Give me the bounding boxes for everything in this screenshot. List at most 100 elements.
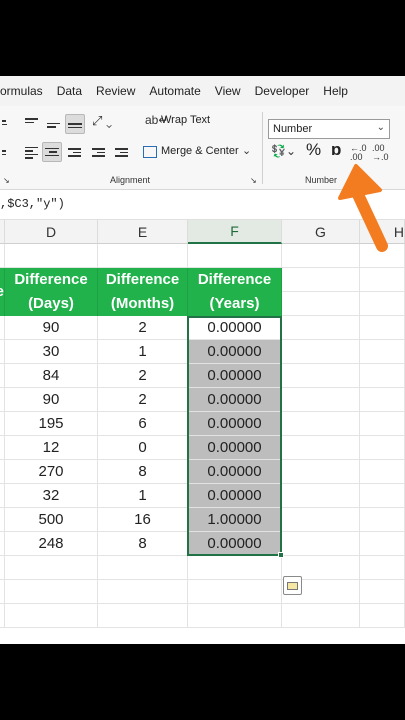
cell-years[interactable]: 0.00000 — [188, 340, 282, 364]
cell[interactable] — [188, 580, 282, 604]
cell[interactable] — [360, 364, 405, 388]
cell-months[interactable]: 1 — [98, 340, 188, 364]
cell[interactable] — [360, 388, 405, 412]
align-right-icon[interactable] — [66, 144, 83, 161]
comma-style-button[interactable]: ɒ — [331, 140, 341, 160]
merge-dropdown-icon[interactable]: ⌄ — [242, 144, 251, 157]
cell-days[interactable]: 90 — [5, 316, 98, 340]
column-header-d[interactable]: D — [5, 220, 98, 244]
quick-analysis-icon[interactable] — [283, 576, 302, 595]
cell[interactable] — [282, 268, 360, 292]
cell[interactable] — [360, 340, 405, 364]
cell[interactable] — [360, 268, 405, 292]
cell-months[interactable]: 16 — [98, 508, 188, 532]
cell[interactable] — [282, 604, 360, 628]
decrease-decimal-icon[interactable]: .00 →.0 — [372, 144, 389, 162]
cell-days[interactable]: 30 — [5, 340, 98, 364]
cell[interactable] — [5, 580, 98, 604]
cell[interactable] — [98, 556, 188, 580]
cell[interactable] — [188, 244, 282, 268]
header-cell-years[interactable]: Difference (Years) — [188, 268, 282, 316]
tab-data[interactable]: Data — [50, 84, 89, 98]
cell[interactable] — [360, 580, 405, 604]
cell-years[interactable]: 0.00000 — [188, 532, 282, 556]
cell-months[interactable]: 2 — [98, 316, 188, 340]
cell-months[interactable]: 8 — [98, 532, 188, 556]
cell[interactable] — [98, 580, 188, 604]
partial-indent-icon[interactable] — [0, 144, 8, 161]
cell-years[interactable]: 0.00000 — [188, 316, 282, 340]
align-center-icon[interactable] — [42, 142, 62, 162]
cell[interactable] — [282, 508, 360, 532]
tab-formulas[interactable]: ormulas — [0, 84, 50, 98]
cell[interactable] — [360, 508, 405, 532]
cell-years[interactable]: 0.00000 — [188, 484, 282, 508]
cell-days[interactable]: 90 — [5, 388, 98, 412]
percent-style-button[interactable]: % — [306, 140, 321, 160]
cell[interactable] — [98, 244, 188, 268]
increase-indent-icon[interactable] — [113, 144, 130, 161]
cell-months[interactable]: 8 — [98, 460, 188, 484]
merge-center-button[interactable]: Merge & Center — [161, 145, 239, 157]
header-cell-days[interactable]: Difference (Days) — [5, 268, 98, 316]
cell-days[interactable]: 32 — [5, 484, 98, 508]
cell[interactable] — [360, 484, 405, 508]
cell-days[interactable]: 248 — [5, 532, 98, 556]
font-launcher-icon[interactable]: ↘ — [3, 176, 10, 185]
cell[interactable] — [282, 484, 360, 508]
partial-align-icon[interactable] — [0, 114, 8, 131]
decrease-indent-icon[interactable] — [90, 144, 107, 161]
tab-review[interactable]: Review — [89, 84, 142, 98]
cell[interactable] — [360, 436, 405, 460]
cell[interactable] — [282, 316, 360, 340]
cell[interactable] — [282, 412, 360, 436]
cell[interactable] — [360, 532, 405, 556]
cell[interactable] — [282, 436, 360, 460]
cell[interactable] — [282, 532, 360, 556]
increase-decimal-icon[interactable]: ←.0.00 — [350, 144, 367, 162]
column-header-e[interactable]: E — [98, 220, 188, 244]
orientation-icon[interactable]: ⤢ ⌄ — [92, 113, 112, 129]
cell-months[interactable]: 6 — [98, 412, 188, 436]
cell-months[interactable]: 2 — [98, 364, 188, 388]
cell[interactable] — [188, 556, 282, 580]
cell[interactable] — [360, 316, 405, 340]
cell-months[interactable]: 0 — [98, 436, 188, 460]
cell[interactable] — [5, 556, 98, 580]
cell[interactable] — [282, 460, 360, 484]
header-cell-months[interactable]: Difference (Months) — [98, 268, 188, 316]
cell-days[interactable]: 270 — [5, 460, 98, 484]
cell[interactable] — [360, 604, 405, 628]
cell[interactable] — [282, 340, 360, 364]
cell[interactable] — [360, 460, 405, 484]
cell[interactable] — [360, 556, 405, 580]
cell[interactable] — [282, 388, 360, 412]
cell-days[interactable]: 195 — [5, 412, 98, 436]
cell[interactable] — [188, 604, 282, 628]
accounting-format-icon[interactable]: 💱⌄ — [271, 144, 296, 158]
cell-days[interactable]: 84 — [5, 364, 98, 388]
cell[interactable] — [360, 292, 405, 316]
tab-view[interactable]: View — [208, 84, 248, 98]
wrap-text-button[interactable]: Wrap Text — [161, 114, 210, 126]
cell-years[interactable]: 1.00000 — [188, 508, 282, 532]
alignment-launcher-icon[interactable]: ↘ — [250, 176, 257, 185]
bottom-align-icon[interactable] — [65, 114, 85, 134]
align-left-icon[interactable] — [23, 144, 40, 161]
cell-days[interactable]: 12 — [5, 436, 98, 460]
middle-align-icon[interactable] — [45, 115, 62, 132]
cell-months[interactable]: 1 — [98, 484, 188, 508]
cell-years[interactable]: 0.00000 — [188, 388, 282, 412]
formula-text[interactable]: ,$C3,"y") — [0, 197, 65, 211]
cell-years[interactable]: 0.00000 — [188, 364, 282, 388]
top-align-icon[interactable] — [23, 114, 40, 131]
cell-years[interactable]: 0.00000 — [188, 460, 282, 484]
tab-automate[interactable]: Automate — [142, 84, 207, 98]
cell[interactable] — [5, 244, 98, 268]
column-header-f[interactable]: F — [188, 220, 282, 244]
tab-help[interactable]: Help — [316, 84, 355, 98]
cell[interactable] — [282, 364, 360, 388]
cell-months[interactable]: 2 — [98, 388, 188, 412]
cell[interactable] — [282, 292, 360, 316]
cell[interactable] — [98, 604, 188, 628]
